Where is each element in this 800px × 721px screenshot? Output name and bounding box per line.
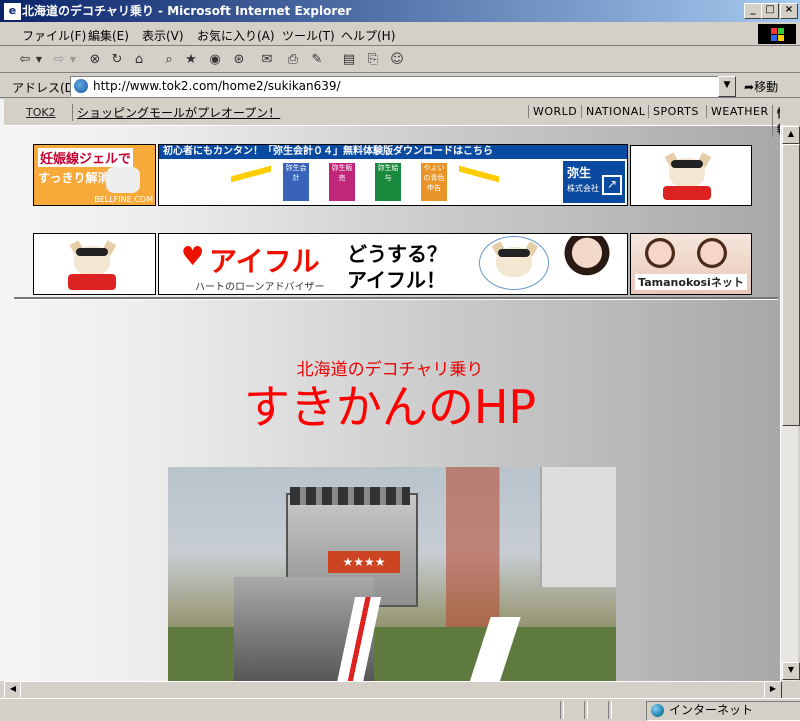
page-viewport[interactable]: TOK2 ショッピングモールがプレオープン！ WORLD NATIONAL SP…	[0, 99, 780, 681]
scroll-up-icon[interactable]: ▲	[782, 126, 800, 144]
refresh-icon[interactable]: ↻	[108, 51, 126, 69]
bellfine-line2: すっきり解消	[38, 171, 110, 185]
nav-sports[interactable]: SPORTS	[648, 105, 699, 118]
mail-icon[interactable]: ✉	[258, 51, 276, 69]
forward-dropdown-icon[interactable]: ▼	[68, 51, 78, 69]
yayoi-product-box: やよいの青色申告	[421, 163, 447, 201]
thought-bubble	[479, 236, 549, 290]
go-arrow-icon: ➦	[744, 80, 755, 94]
messenger-icon[interactable]: ☺	[388, 51, 406, 69]
window-title-bar[interactable]: e 北海道のデコチャリ乗り - Microsoft Internet Explo…	[0, 0, 800, 22]
scroll-right-icon[interactable]: ▶	[764, 681, 782, 699]
go-label: 移動	[754, 80, 779, 94]
bellfine-footer: BELLFINE.COM	[94, 195, 153, 204]
nav-world[interactable]: WORLD	[528, 105, 577, 118]
menu-help[interactable]: ヘルプ(H)	[341, 27, 395, 44]
gel-jar-image	[106, 167, 140, 193]
page-title: すきかんのHP	[243, 380, 537, 434]
toolbar: ⇦ ▼ ⇨ ▼ ⊗ ↻ ⌂ ⌕ ★ ◉ ⊛ ✉ ⎙ ✎ ▤ ⎘ ☺	[0, 47, 800, 73]
stop-icon[interactable]: ⊗	[86, 51, 104, 69]
go-button[interactable]: ➦移動	[744, 78, 778, 95]
back-icon[interactable]: ⇦	[16, 51, 34, 69]
menu-edit[interactable]: 編集(E)	[88, 27, 129, 44]
nav-weather[interactable]: WEATHER	[706, 105, 769, 118]
windows-logo-icon	[758, 24, 796, 44]
spark-icon	[231, 165, 271, 183]
shopping-promo-link[interactable]: ショッピングモールがプレオープン！	[72, 104, 280, 121]
history-icon[interactable]: ⊛	[230, 51, 248, 69]
media-icon[interactable]: ◉	[206, 51, 224, 69]
aiful-banner[interactable]: ♥ アイフル ハートのローンアドバイザー どうする？ アイフル！	[158, 233, 628, 295]
model-photo	[697, 238, 727, 268]
address-input[interactable]: http://www.tok2.com/home2/sukikan639/	[70, 76, 720, 97]
model-photo	[645, 238, 675, 268]
decochari-bike-photo: ★★★★	[168, 467, 616, 681]
tok2-link[interactable]: TOK2	[26, 106, 56, 119]
aiful-copy-line1: どうする？	[347, 242, 447, 266]
dog-banner-left[interactable]	[33, 233, 156, 295]
aiful-heart-icon: ♥	[181, 242, 205, 272]
menu-favorites[interactable]: お気に入り(A)	[197, 27, 275, 44]
edit-icon[interactable]: ✎	[308, 51, 326, 69]
bellfine-banner[interactable]: 妊娠線ジェルで すっきり解消 BELLFINE.COM	[33, 144, 156, 206]
address-label: アドレス(D)	[12, 81, 79, 95]
favorites-icon[interactable]: ★	[182, 51, 200, 69]
status-divider	[608, 701, 612, 719]
window-title: 北海道のデコチャリ乗り - Microsoft Internet Explore…	[22, 4, 352, 18]
menu-view[interactable]: 表示(V)	[142, 27, 184, 44]
horizontal-scrollbar[interactable]: ◀ ▶	[4, 681, 782, 699]
maximize-button[interactable]: □	[761, 3, 779, 19]
security-zone: インターネット	[646, 701, 800, 721]
forward-icon[interactable]: ⇨	[50, 51, 68, 69]
tamanokosi-label: Tamanokosiネット	[635, 274, 747, 290]
aiful-brand: アイフル	[209, 245, 320, 278]
close-button[interactable]: ×	[780, 3, 798, 19]
vertical-scrollbar[interactable]: ▲ ▼	[780, 125, 800, 681]
menu-bar: ファイル(F) 編集(E) 表示(V) お気に入り(A) ツール(T) ヘルプ(…	[0, 22, 800, 46]
yayoi-product-box: 弥生給与	[375, 163, 401, 201]
status-divider	[584, 701, 588, 719]
globe-icon	[651, 704, 664, 717]
vertical-scroll-thumb[interactable]	[782, 144, 800, 426]
yayoi-banner[interactable]: 初心者にもカンタン！「弥生会計０４」無料体験版ダウンロードはこちら 弥生会計 弥…	[158, 144, 628, 206]
bellfine-line1: 妊娠線ジェルで	[38, 148, 134, 167]
yayoi-headline: 初心者にもカンタン！「弥生会計０４」無料体験版ダウンロードはこちら	[159, 145, 627, 159]
research-icon[interactable]: ⎘	[364, 51, 382, 69]
status-divider	[560, 701, 564, 719]
ie-app-icon[interactable]: e	[4, 3, 21, 20]
tamanokosi-banner[interactable]: Tamanokosiネット	[630, 233, 752, 295]
horizontal-scroll-thumb[interactable]	[20, 681, 766, 699]
yayoi-product-box: 弥生会計	[283, 163, 309, 201]
print-icon[interactable]: ⎙	[284, 51, 302, 69]
zone-label: インターネット	[669, 703, 754, 717]
yayoi-logo: 弥生 株式会社 ↗	[563, 161, 625, 203]
menu-tools[interactable]: ツール(T)	[282, 27, 335, 44]
tok2-header-bar: TOK2 ショッピングモールがプレオープン！ WORLD NATIONAL SP…	[4, 99, 780, 137]
page-icon	[74, 79, 88, 93]
spark-icon	[459, 165, 499, 183]
yayoi-product-box: 弥生販売	[329, 163, 355, 201]
aiful-tagline: ハートのローンアドバイザー	[195, 282, 325, 293]
back-dropdown-icon[interactable]: ▼	[34, 51, 44, 69]
status-bar: インターネット	[0, 698, 800, 721]
address-dropdown-icon[interactable]: ▼	[718, 76, 736, 97]
scroll-down-icon[interactable]: ▼	[782, 662, 800, 680]
menu-file[interactable]: ファイル(F)	[22, 27, 86, 44]
address-url[interactable]: http://www.tok2.com/home2/sukikan639/	[93, 79, 341, 93]
minimize-button[interactable]: _	[744, 3, 762, 19]
yayoi-logo-name: 弥生	[567, 166, 592, 180]
home-icon[interactable]: ⌂	[130, 51, 148, 69]
yayoi-logo-company: 株式会社	[567, 184, 599, 193]
address-bar: アドレス(D) http://www.tok2.com/home2/sukika…	[0, 74, 800, 98]
discuss-icon[interactable]: ▤	[340, 51, 358, 69]
nav-info[interactable]: 情報	[772, 105, 780, 137]
search-icon[interactable]: ⌕	[160, 51, 178, 69]
aiful-copy-line2: アイフル！	[347, 268, 446, 292]
nav-national[interactable]: NATIONAL	[581, 105, 645, 118]
dog-banner-top[interactable]	[630, 145, 752, 206]
horizontal-rule	[14, 297, 778, 300]
model-photo	[557, 236, 617, 292]
arrow-icon: ↗	[602, 175, 622, 195]
